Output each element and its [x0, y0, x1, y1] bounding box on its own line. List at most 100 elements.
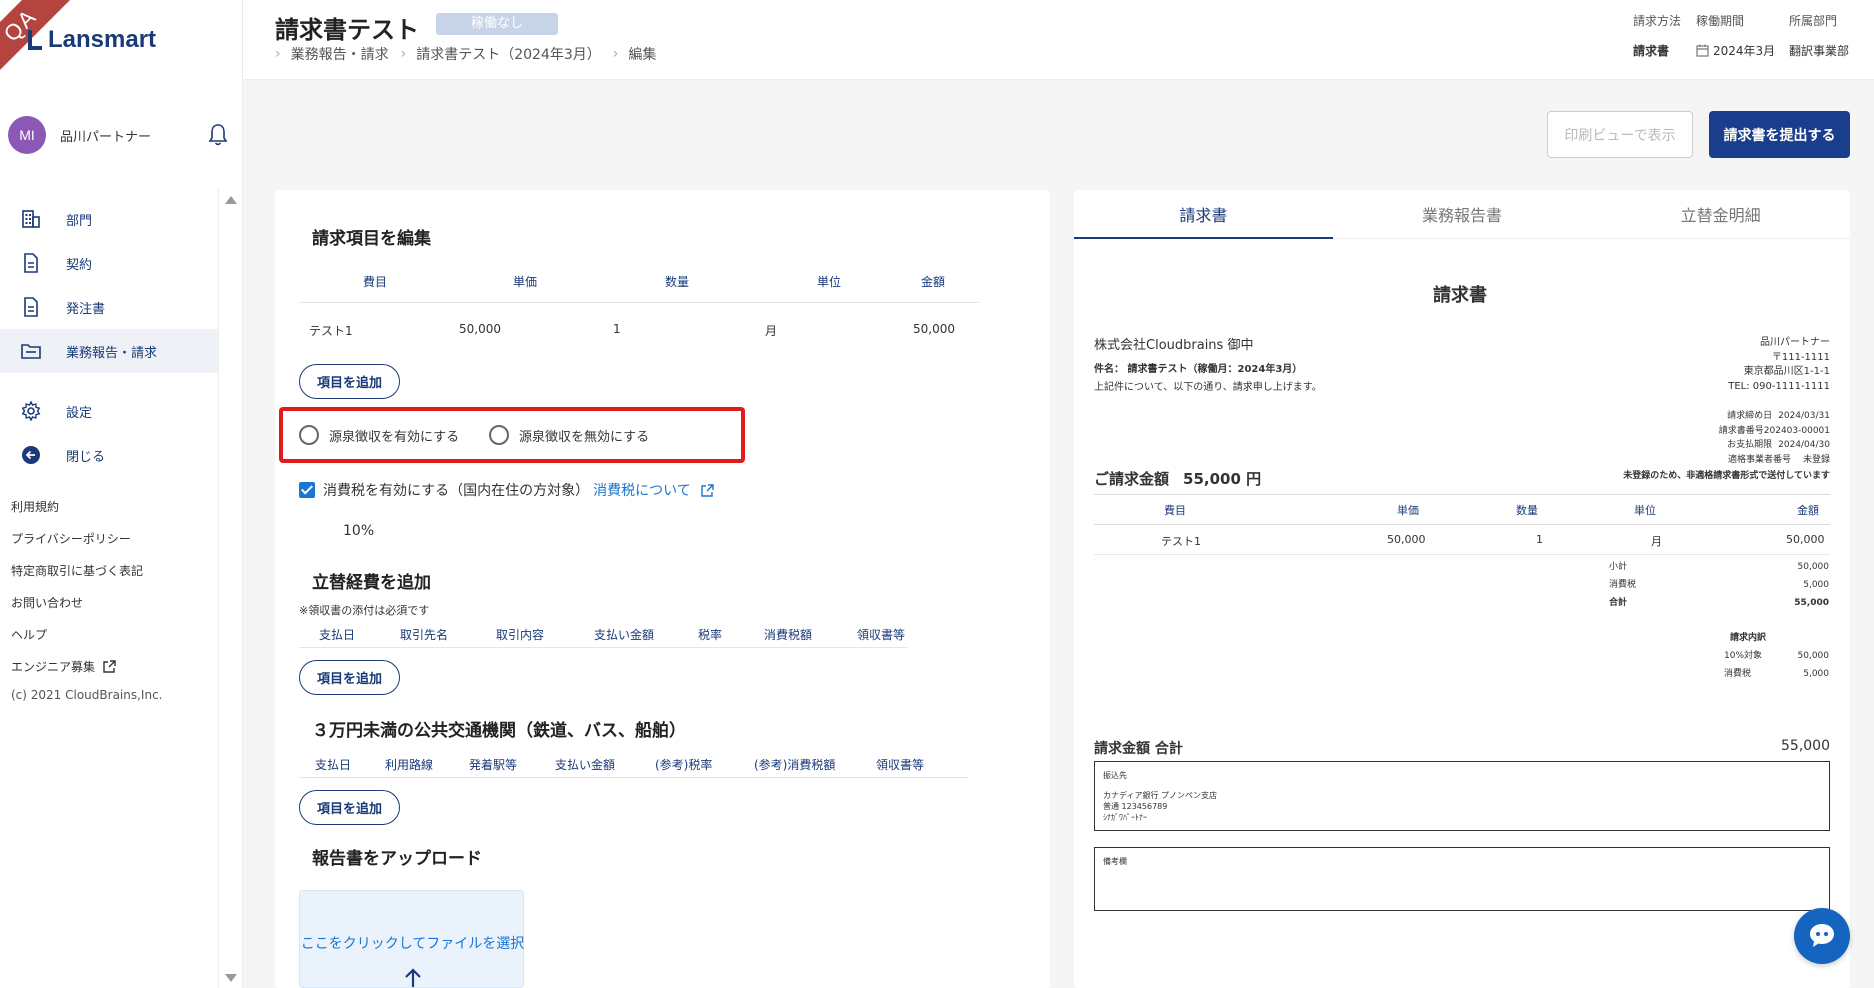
- add-item-button[interactable]: 項目を追加: [299, 364, 400, 399]
- brand-logo[interactable]: Lansmart: [28, 26, 156, 54]
- summary-block: 小計 50,000 消費税 5,000 合計 55,000: [1609, 558, 1829, 612]
- link-contact[interactable]: お問い合わせ: [11, 586, 163, 618]
- submit-invoice-button[interactable]: 請求書を提出する: [1709, 111, 1850, 158]
- sidebar-item-settings[interactable]: 設定: [0, 389, 218, 433]
- column-header: 領収書等: [876, 758, 925, 772]
- breakdown-value: 5,000: [1803, 669, 1829, 679]
- consumption-tax-link[interactable]: 消費税について: [593, 480, 691, 500]
- external-link-icon[interactable]: [701, 483, 714, 497]
- upload-prompt: ここをクリックしてファイルを選択: [300, 936, 525, 952]
- bank-info-box: 振込先 カナディア銀行 プノンペン支店 普通 123456789 ｼﾅｶﾞﾜﾊﾟ…: [1094, 761, 1830, 831]
- consumption-tax-row: 消費税を有効にする（国内在住の方対象） 消費税について: [299, 480, 714, 500]
- footer-links: 利用規約 プライバシーポリシー 特定商取引に基づく表記 お問い合わせ ヘルプ エ…: [11, 490, 163, 703]
- sidebar-item-contracts[interactable]: 契約: [0, 241, 218, 285]
- divider: [1094, 494, 1830, 495]
- column-header: (参考)消費税額: [754, 758, 836, 772]
- table-divider: [299, 302, 979, 303]
- chat-bubble-icon: [1810, 924, 1834, 947]
- add-transport-button[interactable]: 項目を追加: [299, 790, 400, 825]
- breadcrumb-item[interactable]: 業務報告・請求: [291, 44, 389, 64]
- link-commerce-law[interactable]: 特定商取引に基づく表記: [11, 554, 163, 586]
- scroll-down-arrow-icon[interactable]: [225, 974, 237, 982]
- print-view-button[interactable]: 印刷ビューで表示: [1547, 111, 1693, 158]
- total-label: ご請求金額: [1094, 470, 1170, 488]
- sidebar-item-purchase-orders[interactable]: 発注書: [0, 285, 218, 329]
- file-upload-dropzone[interactable]: ここをクリックしてファイルを選択: [299, 890, 524, 988]
- issuer-line: 〒111-1111: [1771, 351, 1830, 363]
- column-header: 領収書等: [857, 628, 906, 642]
- summary-label: 合計: [1609, 598, 1628, 608]
- column-header: (参考)税率: [655, 758, 713, 772]
- notes-box: 備考欄: [1094, 847, 1830, 911]
- withholding-off-radio[interactable]: 源泉徴収を無効にする: [489, 425, 649, 445]
- breadcrumb-item[interactable]: 請求書テスト（2024年3月）: [416, 44, 601, 64]
- sidebar-item-label: 業務報告・請求: [66, 345, 158, 361]
- avatar[interactable]: MI: [8, 116, 46, 154]
- tax-rate: 10%: [343, 523, 375, 539]
- page-title: 請求書テスト: [275, 16, 419, 44]
- sidebar-item-close[interactable]: 閉じる: [0, 433, 218, 477]
- arrow-left-circle-icon: [20, 444, 42, 466]
- info-row: お支払期限 2024/04/30: [1623, 438, 1830, 453]
- link-terms[interactable]: 利用規約: [11, 490, 163, 522]
- column-header: 単価: [1397, 504, 1419, 517]
- tab-expense-details[interactable]: 立替金明細: [1591, 190, 1850, 238]
- sidebar-item-reports-billing[interactable]: 業務報告・請求: [0, 329, 218, 373]
- sidebar-item-departments[interactable]: 部門: [0, 197, 218, 241]
- cell-unit-price: 50,000: [459, 322, 501, 336]
- total-value: 55,000 円: [1183, 470, 1262, 488]
- chat-support-button[interactable]: [1794, 908, 1850, 964]
- tab-invoice[interactable]: 請求書: [1074, 190, 1333, 239]
- chevron-right-icon: ›: [400, 46, 407, 62]
- sidebar-scrollbar[interactable]: [218, 188, 242, 988]
- scroll-up-arrow-icon[interactable]: [225, 196, 237, 204]
- column-header: 消費税額: [764, 628, 813, 642]
- consumption-tax-label: 消費税を有効にする（国内在住の方対象）: [323, 483, 590, 499]
- withholding-on-radio[interactable]: 源泉徴収を有効にする: [299, 425, 459, 445]
- meta-label: 所属部門: [1789, 14, 1838, 28]
- add-expense-button[interactable]: 項目を追加: [299, 660, 400, 695]
- column-header: 単位: [1634, 504, 1656, 517]
- link-help[interactable]: ヘルプ: [11, 618, 163, 650]
- cell-amount: 50,000: [1786, 533, 1825, 546]
- breakdown-row: 10%対象 50,000: [1724, 647, 1829, 665]
- info-label: 請求締め日: [1727, 411, 1773, 421]
- column-header: 費目: [1164, 504, 1186, 517]
- grand-total-value: 55,000: [1781, 738, 1830, 754]
- link-privacy[interactable]: プライバシーポリシー: [11, 522, 163, 554]
- sidebar-item-label: 閉じる: [66, 449, 106, 465]
- invoice-document: 請求書 株式会社Cloudbrains 御中 件名： 請求書テスト（稼働月：20…: [1074, 239, 1850, 988]
- edit-items-title: 請求項目を編集: [312, 229, 431, 249]
- summary-row: 消費税 5,000: [1609, 576, 1829, 594]
- cell-item: テスト1: [309, 324, 353, 338]
- breakdown-title: 請求内訳: [1730, 633, 1767, 643]
- issuer-line: 品川パートナー: [1760, 337, 1830, 348]
- tab-work-report[interactable]: 業務報告書: [1333, 190, 1592, 238]
- gear-icon: [20, 400, 42, 422]
- consumption-tax-checkbox[interactable]: [299, 482, 315, 498]
- info-value: 未登録: [1802, 454, 1830, 465]
- column-header: 金額: [1797, 504, 1819, 517]
- column-header: 数量: [665, 275, 690, 289]
- preview-tabs: 請求書 業務報告書 立替金明細: [1074, 190, 1850, 239]
- cell-unit: 月: [765, 324, 778, 338]
- bank-line: 普通 123456789: [1103, 802, 1168, 811]
- brand-name: Lansmart: [48, 26, 157, 53]
- upload-arrow-icon: [405, 968, 421, 987]
- bell-icon[interactable]: [208, 123, 228, 147]
- info-row: 適格事業者番号 未登録: [1623, 453, 1830, 468]
- info-value: 202403-00001: [1763, 425, 1830, 436]
- transport-title: ３万円未満の公共交通機関（鉄道、バス、船舶）: [312, 721, 686, 741]
- radio-circle-icon: [489, 425, 509, 445]
- client-name: 株式会社Cloudbrains 御中: [1094, 338, 1254, 353]
- issuer-line: TEL: 090-1111-1111: [1728, 380, 1830, 392]
- meta-work-period: 稼働期間 2024年3月: [1696, 12, 1775, 59]
- info-row: 請求書番号 202403-00001: [1623, 424, 1830, 439]
- bank-lines: カナディア銀行 プノンペン支店 普通 123456789 ｼﾅｶﾞﾜﾊﾟｰﾄﾅｰ: [1103, 790, 1217, 823]
- copyright: (c) 2021 CloudBrains,Inc.: [11, 688, 163, 702]
- column-header: 発着駅等: [469, 758, 518, 772]
- document-icon: [20, 296, 42, 318]
- sidebar-item-label: 部門: [66, 213, 93, 229]
- summary-row: 小計 50,000: [1609, 558, 1829, 576]
- link-careers[interactable]: エンジニア募集: [11, 650, 163, 682]
